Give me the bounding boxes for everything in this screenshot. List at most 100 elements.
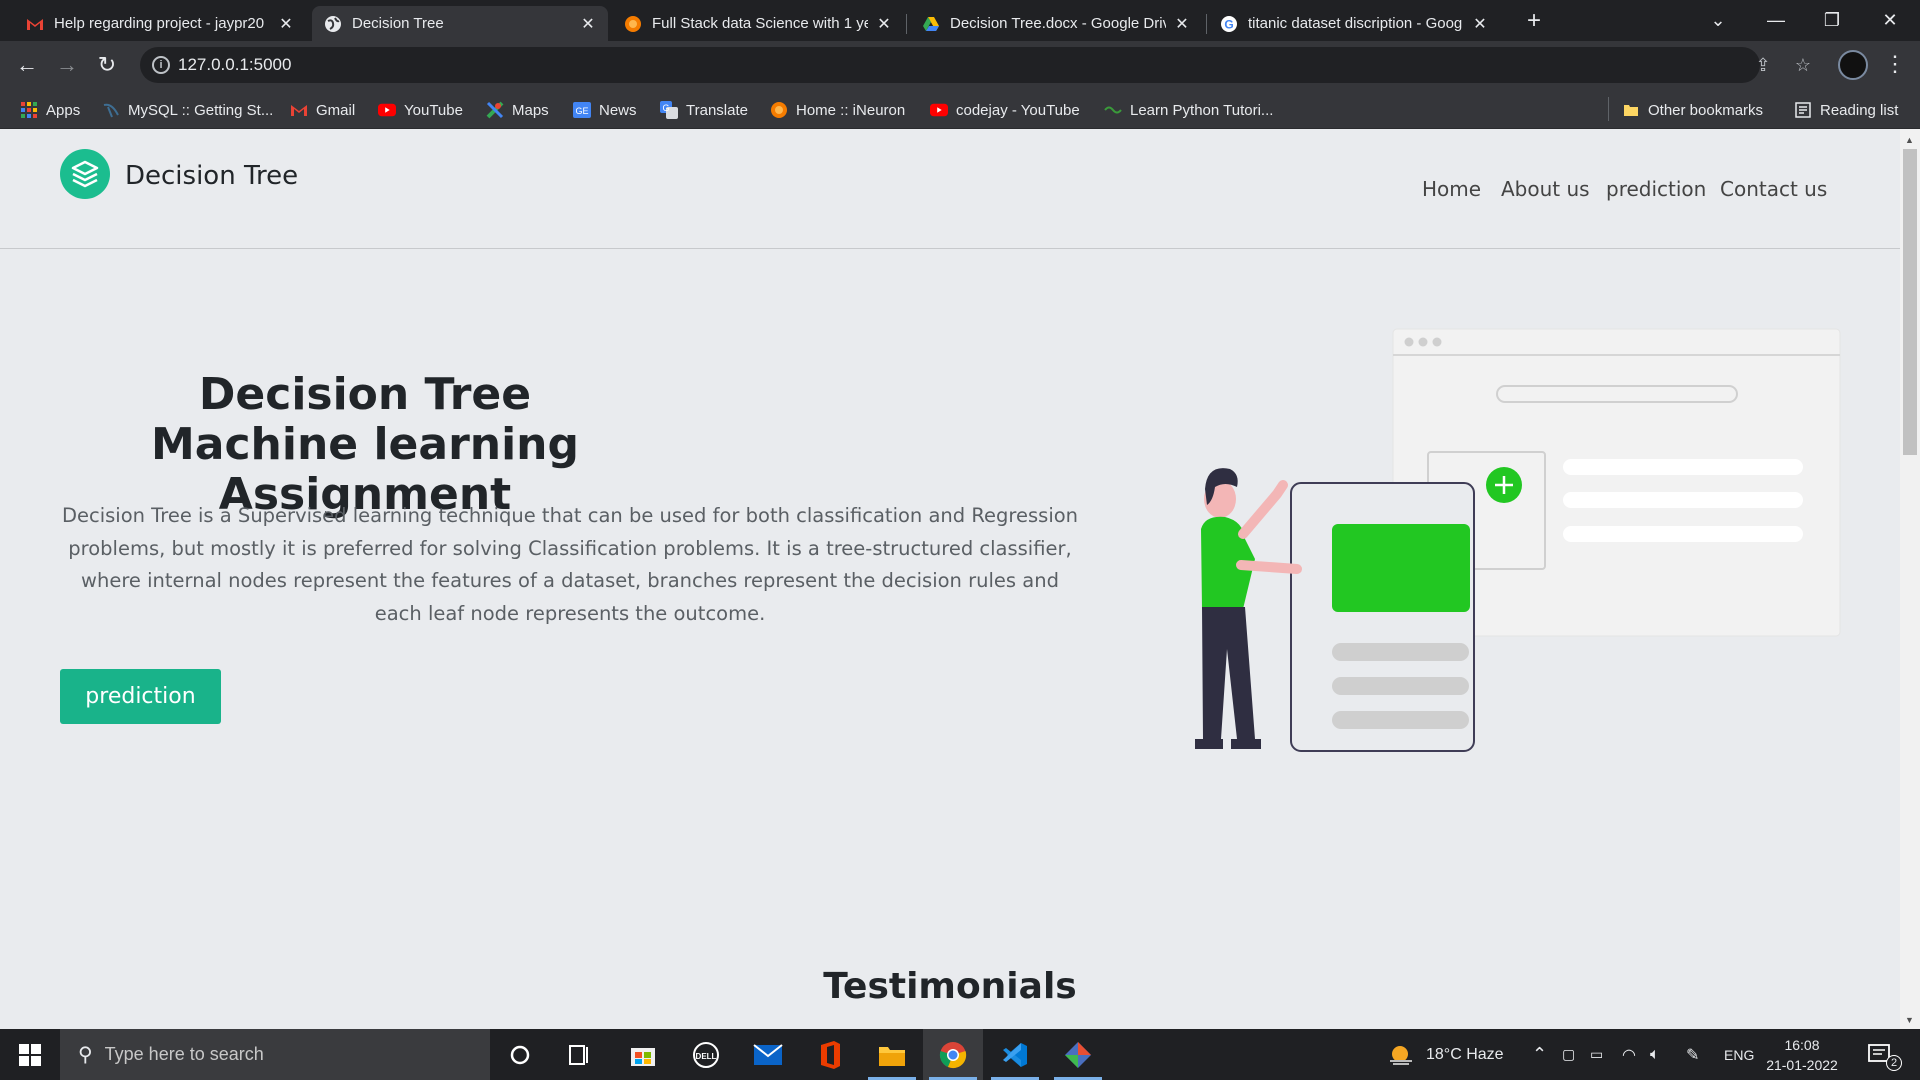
reading-list[interactable]: Reading list xyxy=(1794,99,1898,121)
forward-button[interactable]: → xyxy=(53,51,81,79)
share-icon[interactable]: ⇪ xyxy=(1752,55,1774,77)
reload-button[interactable]: ↻ xyxy=(93,51,121,79)
back-button[interactable]: ← xyxy=(13,51,41,79)
taskbar-search[interactable]: ⚲ Type here to search xyxy=(60,1029,490,1080)
task-view-icon[interactable] xyxy=(550,1029,610,1080)
youtube-icon xyxy=(930,101,948,119)
new-tab-button[interactable]: + xyxy=(1520,8,1548,36)
wifi-icon[interactable]: ◠ xyxy=(1622,1029,1636,1080)
bookmark-python[interactable]: Learn Python Tutori... xyxy=(1104,99,1273,121)
notifications-icon[interactable]: 2 xyxy=(1868,1029,1902,1080)
tab-decision-tree[interactable]: Decision Tree ✕ xyxy=(312,6,608,41)
svg-text:DELL: DELL xyxy=(696,1052,717,1061)
header-divider xyxy=(0,248,1900,249)
tab-search-icon[interactable]: ⌄ xyxy=(1700,4,1736,36)
minimize-button[interactable]: — xyxy=(1758,4,1794,36)
chrome-icon[interactable] xyxy=(923,1029,983,1080)
ineuron-icon xyxy=(770,101,788,119)
close-tab-icon[interactable]: ✕ xyxy=(580,14,596,34)
gmail-icon xyxy=(26,15,44,33)
restore-button[interactable]: ❐ xyxy=(1814,4,1850,36)
close-tab-icon[interactable]: ✕ xyxy=(1174,14,1190,34)
cortana-icon[interactable] xyxy=(490,1029,550,1080)
git-icon[interactable] xyxy=(1048,1029,1108,1080)
notification-count: 2 xyxy=(1886,1055,1902,1071)
url-text[interactable]: 127.0.0.1:5000 xyxy=(178,55,291,75)
search-placeholder: Type here to search xyxy=(104,1044,264,1064)
windows-start-button[interactable] xyxy=(0,1029,60,1080)
close-tab-icon[interactable]: ✕ xyxy=(1472,14,1488,34)
bookmark-youtube[interactable]: YouTube xyxy=(378,99,463,121)
bookmark-translate[interactable]: G Translate xyxy=(660,99,748,121)
menu-icon[interactable]: ⋮ xyxy=(1884,51,1906,77)
close-window-button[interactable]: ✕ xyxy=(1872,4,1908,36)
clock[interactable]: 16:08 21-01-2022 xyxy=(1762,1035,1842,1075)
microsoft-store-icon[interactable] xyxy=(613,1029,673,1080)
tab-gmail[interactable]: Help regarding project - jaypr20 ✕ xyxy=(14,6,306,41)
bookmarks-bar: Apps MySQL :: Getting St... Gmail YouTub… xyxy=(0,89,1920,129)
bookmark-star-icon[interactable]: ☆ xyxy=(1792,55,1814,77)
vscode-icon[interactable] xyxy=(985,1029,1045,1080)
ineuron-icon xyxy=(624,15,642,33)
gmail-icon xyxy=(290,101,308,119)
prediction-button[interactable]: prediction xyxy=(60,669,221,724)
nav-about-us[interactable]: About us xyxy=(1501,177,1590,201)
folder-icon xyxy=(1622,101,1640,119)
close-tab-icon[interactable]: ✕ xyxy=(876,14,892,34)
translate-icon: G xyxy=(660,101,678,119)
browser-toolbar: ← → ↻ i 127.0.0.1:5000 ⇪ ☆ ⋮ xyxy=(0,41,1920,89)
weather-widget[interactable]: 18°C Haze xyxy=(1388,1029,1504,1080)
office-icon[interactable] xyxy=(800,1029,860,1080)
bookmark-mysql[interactable]: MySQL :: Getting St... xyxy=(102,99,273,121)
mail-icon[interactable] xyxy=(738,1029,798,1080)
tab-google-drive[interactable]: Decision Tree.docx - Google Driv ✕ xyxy=(910,6,1202,41)
scroll-up-icon[interactable]: ▲ xyxy=(1905,135,1914,145)
brand-name[interactable]: Decision Tree xyxy=(125,161,298,191)
nav-prediction[interactable]: prediction xyxy=(1606,177,1706,201)
scroll-down-icon[interactable]: ▼ xyxy=(1905,1015,1914,1025)
bookmark-apps[interactable]: Apps xyxy=(20,99,80,121)
bookmark-news[interactable]: GE News xyxy=(573,99,637,121)
nav-contact-us[interactable]: Contact us xyxy=(1720,177,1827,201)
hero-title: Decision Tree Machine learning Assignmen… xyxy=(151,369,579,520)
youtube-icon xyxy=(378,101,396,119)
logo-icon[interactable] xyxy=(60,149,110,199)
profile-avatar[interactable] xyxy=(1838,50,1868,80)
address-bar[interactable]: i 127.0.0.1:5000 ⇪ ☆ xyxy=(140,47,1811,83)
language-indicator[interactable]: ENG xyxy=(1724,1029,1754,1080)
google-drive-icon xyxy=(922,15,940,33)
svg-text:GE: GE xyxy=(575,106,588,116)
battery-icon[interactable]: ▭ xyxy=(1590,1029,1603,1080)
python-icon xyxy=(1104,101,1122,119)
bookmark-maps[interactable]: Maps xyxy=(486,99,549,121)
other-bookmarks[interactable]: Other bookmarks xyxy=(1622,99,1763,121)
windows-taskbar: ⚲ Type here to search DELL 18°C Haze ⌃ ▢ xyxy=(0,1029,1920,1080)
page-scrollbar[interactable]: ▲ ▼ xyxy=(1900,129,1920,1029)
meet-now-icon[interactable]: ▢ xyxy=(1562,1029,1575,1080)
pen-icon[interactable]: ✎ xyxy=(1686,1029,1699,1080)
bookmark-ineuron[interactable]: Home :: iNeuron xyxy=(770,99,905,121)
testimonials-heading: Testimonials xyxy=(823,966,1077,1007)
tab-strip: Help regarding project - jaypr20 ✕ Decis… xyxy=(0,0,1920,41)
weather-haze-icon xyxy=(1390,1045,1412,1065)
apps-grid-icon xyxy=(20,101,38,119)
bookmark-codejay[interactable]: codejay - YouTube xyxy=(930,99,1080,121)
file-explorer-icon[interactable] xyxy=(862,1029,922,1080)
svg-text:G: G xyxy=(1224,17,1233,31)
nav-home[interactable]: Home xyxy=(1422,177,1481,201)
globe-icon xyxy=(324,15,342,33)
search-icon: ⚲ xyxy=(78,1044,93,1066)
scrollbar-thumb[interactable] xyxy=(1903,149,1917,455)
site-info-icon[interactable]: i xyxy=(152,56,170,74)
reading-list-icon xyxy=(1794,101,1812,119)
dell-icon[interactable]: DELL xyxy=(676,1029,736,1080)
windows-logo-icon xyxy=(19,1043,41,1066)
volume-icon[interactable]: 🔈︎ xyxy=(1650,1029,1660,1080)
bookmark-gmail[interactable]: Gmail xyxy=(290,99,355,121)
news-icon: GE xyxy=(573,101,591,119)
tab-full-stack[interactable]: Full Stack data Science with 1 yea ✕ xyxy=(612,6,904,41)
tab-google-search[interactable]: G titanic dataset discription - Goog ✕ xyxy=(1208,6,1500,41)
chevron-up-icon[interactable]: ⌃ xyxy=(1532,1029,1547,1080)
maps-icon xyxy=(486,101,504,119)
close-tab-icon[interactable]: ✕ xyxy=(278,14,294,34)
